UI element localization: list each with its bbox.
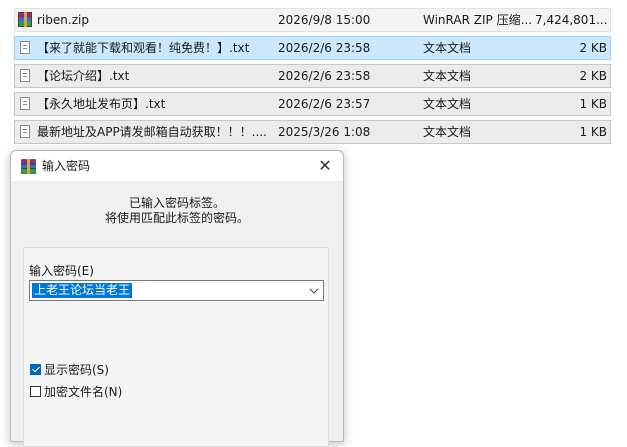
encrypt-names-checkbox[interactable]	[30, 386, 41, 397]
close-button[interactable]: ✕	[307, 151, 343, 181]
file-type: 文本文档	[423, 125, 472, 139]
file-row[interactable]: 【来了就能下载和观看！纯免费！】.txt 2026/2/6 23:58 文本文档…	[14, 36, 611, 60]
file-type: 文本文档	[423, 69, 472, 83]
encrypt-names-option[interactable]: 加密文件名(N)	[30, 384, 122, 400]
file-date: 2026/9/8 15:00	[278, 13, 371, 27]
dialog-title: 输入密码	[42, 159, 91, 173]
password-label: 输入密码(E)	[29, 264, 94, 278]
file-name: 【永久地址发布页】.txt	[37, 97, 166, 111]
file-size: 1 KB	[579, 125, 607, 139]
file-date: 2026/2/6 23:57	[278, 97, 371, 111]
password-value[interactable]: 上老王论坛当老王	[32, 283, 133, 298]
file-type: 文本文档	[423, 97, 472, 111]
file-date: 2026/2/6 23:58	[278, 69, 371, 83]
file-date: 2025/3/26 1:08	[278, 125, 371, 139]
winrar-icon	[21, 159, 36, 177]
file-date: 2026/2/6 23:58	[278, 41, 371, 55]
show-password-label: 显示密码(S)	[44, 363, 109, 377]
file-name: 【论坛介绍】.txt	[37, 69, 130, 83]
dialog-titlebar[interactable]: 输入密码 ✕	[11, 151, 343, 181]
chevron-down-icon[interactable]	[309, 282, 319, 300]
file-size: 2 KB	[579, 41, 607, 55]
file-row[interactable]: riben.zip 2026/9/8 15:00 WinRAR ZIP 压缩..…	[14, 8, 611, 32]
file-type: 文本文档	[423, 41, 472, 55]
text-file-icon	[18, 37, 34, 59]
file-row[interactable]: 【永久地址发布页】.txt 2026/2/6 23:57 文本文档 1 KB	[14, 92, 611, 116]
text-file-icon	[18, 93, 34, 115]
file-row[interactable]: 最新地址及APP请发邮箱自动获取！！！.... 2025/3/26 1:08 文…	[14, 120, 611, 144]
file-size: 2 KB	[579, 69, 607, 83]
file-name: 最新地址及APP请发邮箱自动获取！！！....	[37, 125, 267, 139]
password-combobox[interactable]: 上老王论坛当老王	[29, 280, 324, 301]
winrar-archive-icon	[18, 9, 34, 31]
file-name: riben.zip	[37, 13, 89, 27]
password-dialog: 输入密码 ✕ 已输入密码标签。 将使用匹配此标签的密码。 输入密码(E) 上老王…	[10, 150, 344, 447]
file-name: 【来了就能下载和观看！纯免费！】.txt	[37, 41, 250, 55]
text-file-icon	[18, 65, 34, 87]
show-password-option[interactable]: 显示密码(S)	[30, 362, 109, 378]
encrypt-names-label: 加密文件名(N)	[44, 385, 123, 399]
file-size: 1 KB	[579, 97, 607, 111]
dialog-message-line2: 将使用匹配此标签的密码。	[104, 211, 249, 225]
file-list: riben.zip 2026/9/8 15:00 WinRAR ZIP 压缩..…	[0, 0, 627, 150]
text-file-icon	[18, 121, 34, 143]
file-row[interactable]: 【论坛介绍】.txt 2026/2/6 23:58 文本文档 2 KB	[14, 64, 611, 88]
show-password-checkbox[interactable]	[30, 364, 41, 375]
file-type: WinRAR ZIP 压缩...	[423, 13, 533, 27]
file-size: 7,424,801...	[535, 13, 607, 27]
